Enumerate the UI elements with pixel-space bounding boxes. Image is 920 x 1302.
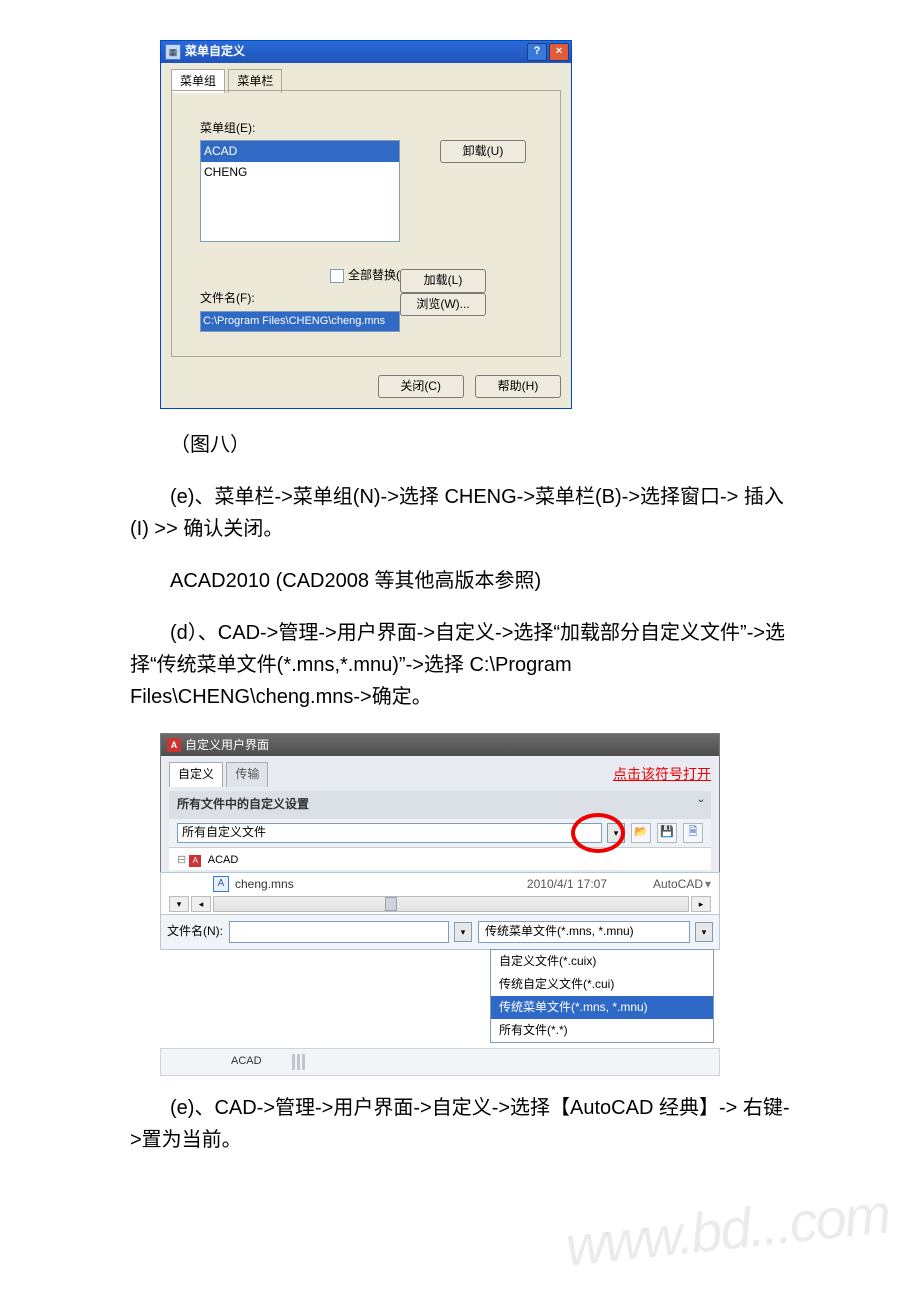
file-name: cheng.mns <box>235 875 294 894</box>
paragraph-e1: (e)、菜单栏->菜单组(N)->选择 CHENG->菜单栏(B)->选择窗口-… <box>130 481 790 545</box>
file-type-dropdown-arrow[interactable]: ▾ <box>695 922 713 942</box>
tab-customize[interactable]: 自定义 <box>169 762 223 786</box>
file-name-label: 文件名(F): <box>200 289 400 308</box>
checkbox-box[interactable] <box>330 269 344 283</box>
save-as-icon[interactable]: 🗎 <box>683 823 703 843</box>
help-button[interactable]: 帮助(H) <box>475 375 561 398</box>
cui-window: A 自定义用户界面 自定义 传输 点击该符号打开 所有文件中的自定义设置 ˇ <box>160 733 720 872</box>
collapse-icon[interactable]: ˇ <box>698 794 703 816</box>
group-header-label: 所有文件中的自定义设置 <box>177 795 309 814</box>
file-type: AutoCAD <box>631 875 703 894</box>
filter-opt-all[interactable]: 所有文件(*.*) <box>491 1019 713 1042</box>
cui-filter-value: 所有自定义文件 <box>182 823 266 842</box>
tab-panel: 菜单组(E): ACAD CHENG 卸载(U) 全部替换(R) <box>171 91 561 357</box>
paragraph-acad2010: ACAD2010 (CAD2008 等其他高版本参照) <box>130 565 790 597</box>
scroll-down-icon[interactable]: ▾ <box>169 896 189 912</box>
browse-button[interactable]: 浏览(W)... <box>400 293 486 316</box>
tab-bar: 菜单组 菜单栏 <box>171 69 561 91</box>
title-close-button[interactable]: × <box>549 43 569 61</box>
title-help-button[interactable]: ? <box>527 43 547 61</box>
file-type-dropdown-popup[interactable]: 自定义文件(*.cuix) 传统自定义文件(*.cui) 传统菜单文件(*.mn… <box>490 949 714 1044</box>
workspace-acad-label[interactable]: ACAD <box>231 1053 262 1071</box>
file-name-input[interactable]: C:\Program Files\CHENG\cheng.mns <box>200 311 400 333</box>
tab-transfer[interactable]: 传输 <box>226 762 268 786</box>
file-scrollbar[interactable]: ▾ ◂ ▸ <box>161 896 719 914</box>
cui-tree-preview: ⊟ A ACAD <box>169 847 711 870</box>
workspace-tree-strip: ACAD <box>160 1048 720 1076</box>
decoration-bars <box>292 1054 305 1070</box>
cui-group-header[interactable]: 所有文件中的自定义设置 ˇ <box>169 791 711 819</box>
cui-filter-row: 所有自定义文件 ▾ 📂 💾 🗎 <box>169 819 711 847</box>
listbox-item-cheng[interactable]: CHENG <box>201 162 399 183</box>
file-name-dropdown-arrow[interactable]: ▾ <box>454 922 472 942</box>
caption-fig8: （图八） <box>130 429 790 461</box>
app-icon: ▦ <box>165 44 181 60</box>
scroll-left-icon[interactable]: ◂ <box>191 896 211 912</box>
file-type-selected-text: 传统菜单文件(*.mns, *.mnu) <box>485 922 634 941</box>
filter-opt-mns-mnu[interactable]: 传统菜单文件(*.mns, *.mnu) <box>491 996 713 1019</box>
scroll-thumb[interactable] <box>385 897 397 911</box>
autocad-app-icon: A <box>167 738 181 752</box>
save-icon[interactable]: 💾 <box>657 823 677 843</box>
file-icon: A <box>213 876 229 892</box>
paragraph-e2: (e)、CAD->管理->用户界面->自定义->选择【AutoCAD 经典】->… <box>130 1092 790 1156</box>
click-hint-annotation: 点击该符号打开 <box>613 763 711 785</box>
file-open-row: 文件名(N): ▾ 传统菜单文件(*.mns, *.mnu) ▾ <box>160 915 720 950</box>
file-list: A cheng.mns 2010/4/1 17:07 AutoCAD ▾ ▾ ◂… <box>160 872 720 915</box>
cui-title-text: 自定义用户界面 <box>185 736 269 755</box>
scroll-right-icon[interactable]: ▸ <box>691 896 711 912</box>
file-name-field[interactable] <box>229 921 449 943</box>
file-row-cheng[interactable]: A cheng.mns 2010/4/1 17:07 AutoCAD ▾ <box>161 873 719 896</box>
filter-opt-cui[interactable]: 传统自定义文件(*.cui) <box>491 973 713 996</box>
cui-tabs: 自定义 传输 <box>169 762 268 786</box>
filter-opt-cuix[interactable]: 自定义文件(*.cuix) <box>491 950 713 973</box>
cui-filter-dropdown[interactable]: 所有自定义文件 <box>177 823 602 843</box>
listbox-item-acad[interactable]: ACAD <box>201 141 399 162</box>
dialog-footer: 关闭(C) 帮助(H) <box>161 367 571 408</box>
menu-group-label: 菜单组(E): <box>200 119 532 138</box>
cui-titlebar[interactable]: A 自定义用户界面 <box>161 734 719 756</box>
load-button[interactable]: 加载(L) <box>400 269 486 292</box>
file-type-selected[interactable]: 传统菜单文件(*.mns, *.mnu) <box>478 921 690 943</box>
load-partial-icon[interactable]: 📂 <box>631 823 651 843</box>
dropdown-arrow-icon[interactable]: ▾ <box>607 823 625 843</box>
dialog-titlebar[interactable]: ▦ 菜单自定义 ? × <box>161 41 571 63</box>
menu-group-listbox[interactable]: ACAD CHENG <box>200 140 400 242</box>
paragraph-d: (d）、CAD->管理->用户界面->自定义->选择“加载部分自定义文件”->选… <box>130 617 790 713</box>
menu-customize-dialog: ▦ 菜单自定义 ? × 菜单组 菜单栏 菜单组(E): ACAD CHENG 卸 <box>160 40 572 409</box>
file-date: 2010/4/1 17:07 <box>527 875 631 894</box>
scroll-track[interactable] <box>213 896 689 912</box>
cui-tree-item[interactable]: ACAD <box>208 854 239 866</box>
acad-node-icon: A <box>189 855 201 867</box>
file-name-label2: 文件名(N): <box>163 922 223 941</box>
unload-button[interactable]: 卸载(U) <box>440 140 526 163</box>
dialog-title: 菜单自定义 <box>185 42 525 61</box>
cui-composite-figure: A 自定义用户界面 自定义 传输 点击该符号打开 所有文件中的自定义设置 ˇ <box>160 733 720 1076</box>
close-button[interactable]: 关闭(C) <box>378 375 464 398</box>
